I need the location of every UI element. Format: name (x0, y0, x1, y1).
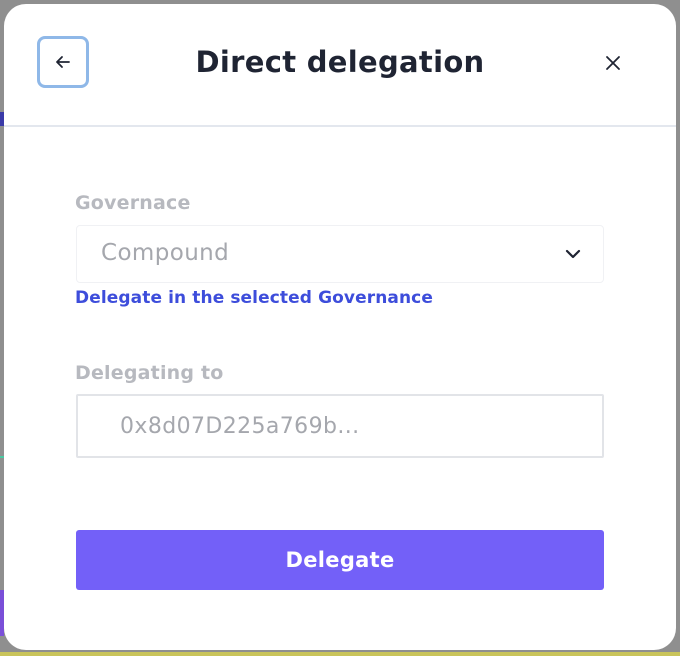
governance-helper-text: Delegate in the selected Governance (75, 288, 433, 308)
governance-select[interactable]: Compound (76, 225, 604, 283)
governance-label: Governace (75, 192, 191, 214)
chevron-down-icon (565, 249, 581, 259)
delegation-modal: Direct delegation Governace Compound Del… (4, 4, 676, 650)
modal-header: Direct delegation (4, 4, 676, 127)
delegating-to-label: Delegating to (75, 362, 224, 384)
close-icon (606, 56, 620, 70)
delegate-address-input[interactable] (76, 394, 604, 458)
background-fragment (0, 652, 680, 656)
delegate-button[interactable]: Delegate (76, 530, 604, 590)
close-button[interactable] (600, 50, 626, 76)
modal-title: Direct delegation (195, 45, 485, 79)
governance-selected-value: Compound (101, 240, 230, 266)
